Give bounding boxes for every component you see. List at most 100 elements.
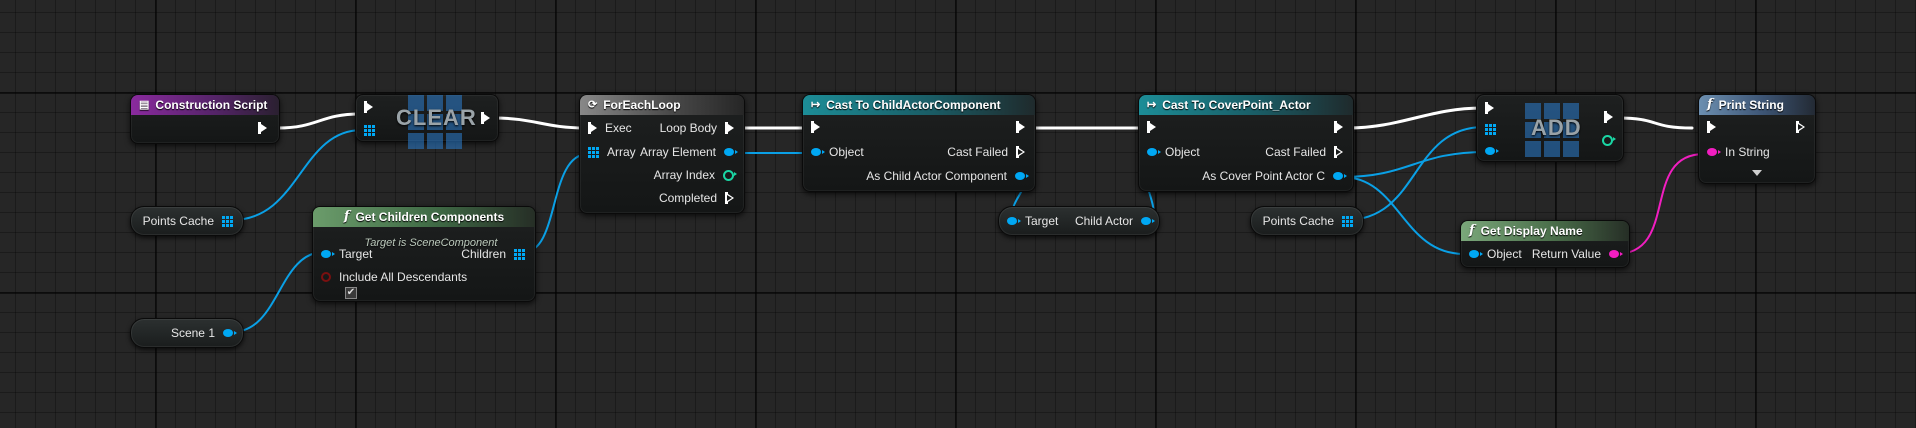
for-each-loop-node[interactable]: ⟳ ForEachLoop Exec Array Loop Body Array… [579,94,745,214]
object-pin-icon[interactable] [1485,147,1499,155]
function-icon: f [1707,97,1713,112]
cast-exec-out[interactable] [1334,121,1343,133]
exec-pin-icon[interactable] [1485,102,1494,114]
array-pin-icon[interactable] [1342,215,1353,227]
bool-pin-icon[interactable] [321,272,331,282]
exec-pin-icon[interactable] [1707,121,1716,133]
get-display-name-node[interactable]: f Get Display Name Object Return Value [1460,220,1630,268]
object-pin-icon[interactable] [1007,217,1021,225]
exec-pin-icon[interactable] [811,121,820,133]
for-each-loop-body-out[interactable]: Loop Body [660,121,734,135]
string-pin-icon[interactable] [1707,148,1721,156]
get-children-header: f Get Children Components Target is Scen… [313,207,535,249]
print-in-string[interactable]: In String [1707,145,1770,159]
points-cache-getter[interactable]: Points Cache [1250,206,1364,236]
construction-script-exec-out[interactable] [258,122,267,134]
get-children-children-out[interactable]: Children [461,247,525,261]
object-pin-icon[interactable] [223,329,237,337]
exec-pin-icon[interactable] [725,192,734,204]
clear-exec-out[interactable] [481,112,490,124]
scene-1-getter[interactable]: Scene 1 [130,318,244,348]
for-each-exec-in[interactable]: Exec [588,121,632,135]
object-pin-icon[interactable] [1469,250,1483,258]
get-children-include-all-in[interactable]: Include All Descendants [321,270,467,284]
construction-script-node[interactable]: ▤ Construction Script [130,94,280,144]
child-actor-getter[interactable]: Target Child Actor [998,206,1160,236]
for-each-array-in[interactable]: Array [588,145,636,159]
print-exec-out[interactable] [1796,121,1805,133]
cast-cover-point-actor-node[interactable]: ↦ Cast To CoverPoint_Actor Object Cast F… [1138,94,1354,192]
exec-pin-icon[interactable] [364,101,373,113]
cast-exec-in[interactable] [1147,121,1156,133]
get-display-name-return-out[interactable]: Return Value [1532,247,1623,261]
cast-as-output[interactable]: As Child Actor Component [866,169,1029,183]
wire-layer [231,106,1705,333]
object-pin-icon[interactable] [1015,172,1029,180]
object-pin-icon[interactable] [724,148,738,156]
exec-pin-icon[interactable] [1334,121,1343,133]
function-icon: f [343,209,350,224]
exec-pin-icon[interactable] [588,122,597,134]
integer-pin-icon[interactable] [723,169,737,181]
print-string-title: Print String [1718,98,1784,112]
object-pin-icon[interactable] [1147,148,1161,156]
child-actor-target-in[interactable]: Target [1007,214,1058,228]
cast-object-in[interactable]: Object [811,145,864,159]
exec-pin-icon[interactable] [1604,111,1613,123]
object-pin-icon[interactable] [1333,172,1347,180]
clear-array-in[interactable] [364,125,375,136]
pin-label: As Child Actor Component [866,169,1007,183]
string-pin-icon[interactable] [1609,250,1623,258]
get-display-name-object-in[interactable]: Object [1469,247,1522,261]
get-children-components-node[interactable]: f Get Children Components Target is Scen… [312,206,536,302]
add-item-in[interactable] [1485,147,1499,155]
add-exec-out[interactable] [1604,111,1613,123]
pin-label: Target [339,247,373,261]
clear-node[interactable]: CLEAR [355,94,499,149]
include-all-checkbox[interactable]: ✔ [345,287,357,299]
add-node[interactable]: ADD [1476,94,1624,162]
print-string-node[interactable]: f Print String In String [1698,94,1816,184]
for-each-array-element-out[interactable]: Array Element [640,145,738,159]
cast-failed-out[interactable]: Cast Failed [947,145,1025,159]
add-array-in[interactable] [1485,124,1496,135]
exec-pin-icon[interactable] [1334,146,1343,158]
array-pin-icon[interactable] [588,146,599,158]
points-cache-getter[interactable]: Points Cache [130,206,244,236]
pin-label: Include All Descendants [339,270,468,284]
exec-pin-icon[interactable] [258,122,267,134]
cast-object-in[interactable]: Object [1147,145,1200,159]
exec-pin-icon[interactable] [481,112,490,124]
add-index-out[interactable] [1602,135,1616,146]
object-pin-icon[interactable] [321,250,335,258]
cast-child-actor-component-node[interactable]: ↦ Cast To ChildActorComponent Object Cas… [802,94,1036,192]
array-pin-icon[interactable] [222,215,233,227]
print-exec-in[interactable] [1707,121,1716,133]
object-pin-icon[interactable] [811,148,825,156]
array-pin-icon[interactable] [1485,124,1496,135]
object-wire [1345,126,1485,221]
add-exec-in[interactable] [1485,102,1494,114]
array-pin-icon[interactable] [514,248,525,260]
exec-wire [1616,116,1694,130]
child-actor-out[interactable]: Child Actor [1075,214,1155,228]
cast-exec-out[interactable] [1016,121,1025,133]
exec-wire [492,116,587,130]
exec-pin-icon[interactable] [1147,121,1156,133]
for-each-completed-out[interactable]: Completed [659,191,734,205]
object-pin-icon[interactable] [1141,217,1155,225]
cast-as-output[interactable]: As Cover Point Actor C [1202,169,1347,183]
array-pin-icon[interactable] [364,125,375,136]
cast-header: ↦ Cast To CoverPoint_Actor [1139,95,1353,115]
cast-failed-out[interactable]: Cast Failed [1265,145,1343,159]
clear-exec-in[interactable] [364,101,373,113]
exec-pin-icon[interactable] [1016,121,1025,133]
exec-pin-icon[interactable] [725,122,734,134]
expand-arrow-icon[interactable] [1752,170,1762,176]
exec-pin-icon[interactable] [1016,146,1025,158]
get-children-target-in[interactable]: Target [321,247,372,261]
for-each-array-index-out[interactable]: Array Index [654,168,737,182]
exec-pin-icon[interactable] [1796,121,1805,133]
cast-exec-in[interactable] [811,121,820,133]
integer-pin-icon[interactable] [1602,135,1616,146]
